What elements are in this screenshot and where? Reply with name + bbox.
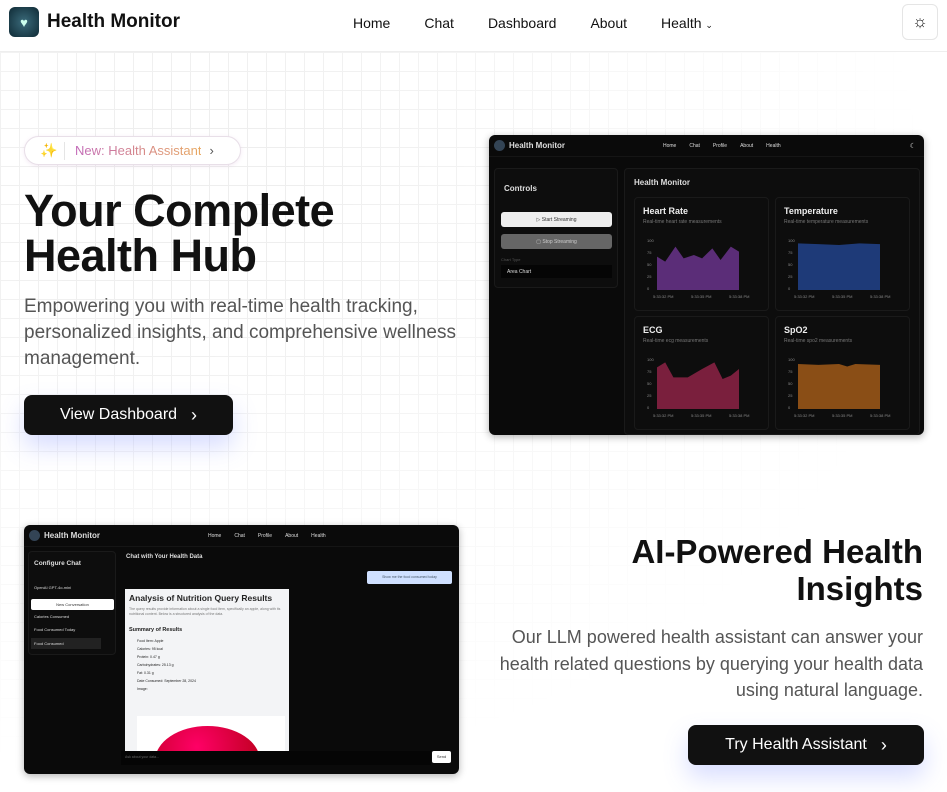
nav-dashboard[interactable]: Dashboard <box>488 15 557 31</box>
logo-icon <box>494 140 505 151</box>
hero-title: Your Complete Health Hub <box>24 185 335 281</box>
logo-icon[interactable]: ♥ <box>9 7 39 37</box>
area-chart <box>798 243 880 290</box>
summary-item: Protein: 0.47 g <box>137 655 160 659</box>
controls-panel: Controls ▷ Start Streaming ▢ Stop Stream… <box>494 168 618 288</box>
summary-item: Calories: 95 kcal <box>137 647 163 651</box>
area-chart <box>657 246 739 290</box>
metric-card: SpO2 Real-time spo2 measurements 100 75 50… <box>775 316 910 430</box>
chevron-right-icon: › <box>880 734 887 755</box>
sparkle-icon: ✨ <box>40 142 58 158</box>
chat-preview: Health Monitor Home Chat Profile About Healt… <box>24 525 459 774</box>
view-dashboard-button[interactable]: View Dashboard › <box>24 395 233 435</box>
sun-icon: ☼ <box>912 12 928 31</box>
nav-health-dropdown[interactable]: Health ⌄ <box>661 15 713 31</box>
configure-chat-panel: Configure Chat OpenAI GPT-4o-mini New Co… <box>28 551 116 655</box>
ai-section-title: AI-Powered Health Insights <box>631 533 923 607</box>
apple-image <box>137 716 285 751</box>
try-health-assistant-button[interactable]: Try Health Assistant › <box>688 725 924 765</box>
metric-card: Temperature Real-time temperature measur… <box>775 197 910 311</box>
brand-name[interactable]: Health Monitor <box>47 11 180 33</box>
logo-icon <box>29 530 40 541</box>
hero-subtitle: Empowering you with real-time health tra… <box>24 296 456 369</box>
summary-item: Fat: 0.31 g <box>137 671 154 675</box>
nav-about[interactable]: About <box>590 15 627 31</box>
nav-home[interactable]: Home <box>353 15 390 31</box>
theme-toggle-button[interactable]: ☼ <box>902 4 938 40</box>
metric-card: ECG Real-time ecg measurements 100 75 50 25… <box>634 316 769 430</box>
chevron-right-icon: › <box>191 404 198 425</box>
chevron-down-icon: ⌄ <box>705 20 713 30</box>
summary-item: Image: <box>137 687 148 691</box>
metric-card: Heart Rate Real-time heart rate measurem… <box>634 197 769 311</box>
chevron-right-icon: › <box>209 143 214 158</box>
nav-chat[interactable]: Chat <box>424 15 454 31</box>
moon-icon: ☾ <box>909 142 916 150</box>
start-streaming-button: ▷ Start Streaming <box>501 212 612 227</box>
dashboard-preview: Health Monitor Home Chat Profile About Healt… <box>489 135 924 435</box>
summary-item: Carbohydrates: 25.13 g <box>137 663 174 667</box>
ai-section-subtitle: Our LLM powered health assistant can ans… <box>499 627 923 700</box>
area-series <box>798 364 880 409</box>
stop-streaming-button: ▢ Stop Streaming <box>501 234 612 249</box>
area-series <box>657 246 739 290</box>
area-series <box>798 243 880 290</box>
summary-item: Date Consumed: September 28, 2024 <box>137 679 196 683</box>
area-series <box>657 362 739 409</box>
summary-item: Food Item: Apple <box>137 639 164 643</box>
area-chart <box>657 362 739 409</box>
area-chart <box>798 364 880 409</box>
assistant-response: Analysis of Nutrition Query Results The … <box>125 589 289 751</box>
new-feature-badge[interactable]: ✨ New: Health Assistant › <box>24 136 241 165</box>
top-nav: ♥ Health Monitor Home Chat Dashboard Abo… <box>0 0 947 52</box>
